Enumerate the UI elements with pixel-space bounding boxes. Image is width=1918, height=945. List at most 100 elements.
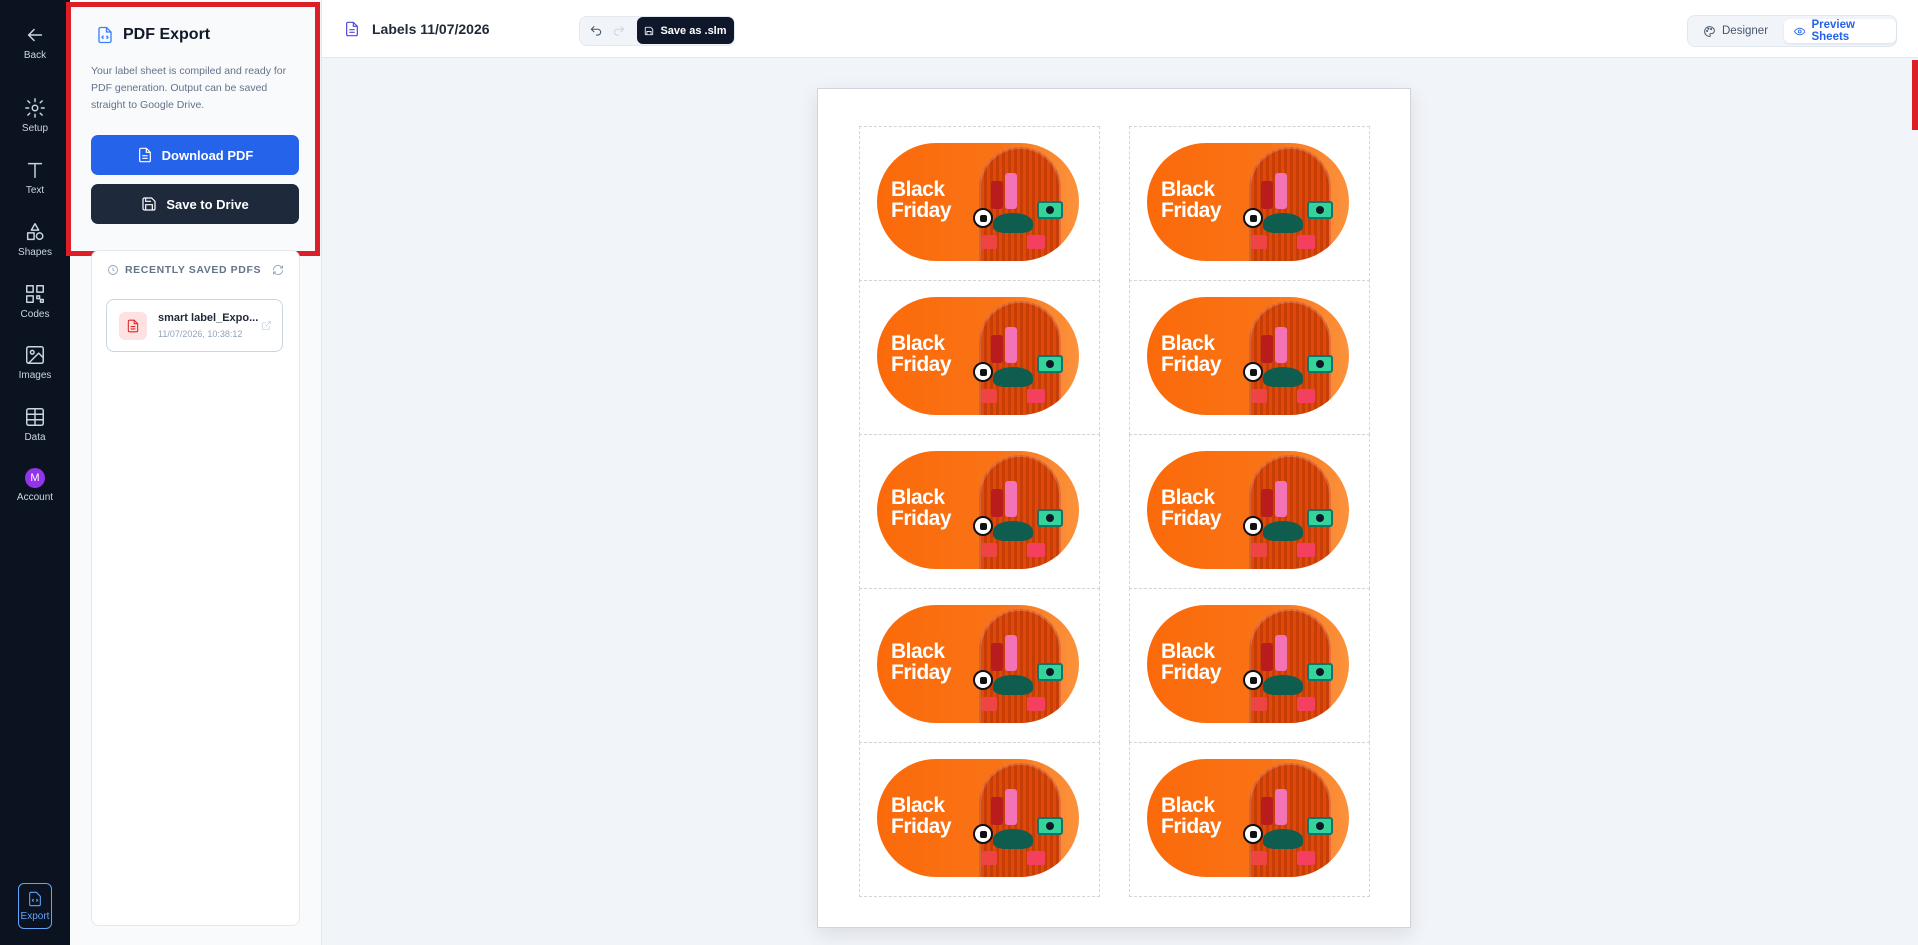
- gift-icon: [1297, 851, 1315, 865]
- label-artwork: [1275, 789, 1287, 825]
- avatar: M: [25, 468, 45, 488]
- designer-label: Designer: [1722, 25, 1769, 37]
- download-pdf-button[interactable]: Download PDF: [91, 135, 299, 175]
- undo-icon: [590, 25, 602, 36]
- gift-icon: [981, 543, 997, 557]
- label-cell[interactable]: Black Friday: [859, 588, 1100, 743]
- redo-button[interactable]: [612, 24, 626, 38]
- label-text-line2: Friday: [1161, 353, 1222, 376]
- table-icon: [26, 408, 44, 426]
- label-text-line2: Friday: [891, 815, 952, 838]
- black-friday-label: Black Friday: [877, 605, 1079, 723]
- export-file-icon: [29, 891, 41, 906]
- label-artwork: [1261, 335, 1273, 363]
- label-artwork: [1005, 481, 1017, 517]
- label-artwork: [1261, 181, 1273, 209]
- label-artwork: [1275, 481, 1287, 517]
- left-rail: Back Setup Text Shapes Codes Images Data…: [0, 0, 70, 945]
- rail-item-account[interactable]: M Account: [0, 468, 70, 503]
- label-artwork: [993, 367, 1033, 387]
- label-cell[interactable]: Black Friday: [1129, 126, 1370, 281]
- label-artwork: [1263, 367, 1303, 387]
- label-artwork: [1263, 521, 1303, 541]
- refresh-icon[interactable]: [272, 264, 284, 276]
- panel-description: Your label sheet is compiled and ready f…: [91, 65, 287, 111]
- label-artwork: [1263, 829, 1303, 849]
- label-artwork: [993, 213, 1033, 233]
- label-cell[interactable]: Black Friday: [1129, 434, 1370, 589]
- label-cell[interactable]: Black Friday: [859, 434, 1100, 589]
- save-to-drive-button[interactable]: Save to Drive: [91, 184, 299, 224]
- label-artwork: [1275, 635, 1287, 671]
- label-artwork: [1005, 327, 1017, 363]
- pdf-file-icon: [98, 26, 112, 44]
- gift-icon: [1251, 235, 1267, 249]
- document-icon: [346, 21, 358, 37]
- save-icon: [645, 26, 654, 35]
- label-text-line2: Friday: [1161, 815, 1222, 838]
- label-text: Black Friday: [891, 487, 981, 529]
- recent-file-item[interactable]: smart label_Expo... 11/07/2026, 10:38:12: [106, 299, 283, 352]
- scrollbar-thumb[interactable]: [1912, 60, 1918, 130]
- black-friday-label: Black Friday: [1147, 605, 1349, 723]
- gift-icon: [1027, 851, 1045, 865]
- shapes-label: Shapes: [18, 247, 52, 258]
- undo-button[interactable]: [589, 24, 603, 38]
- label-text-line2: Friday: [891, 661, 952, 684]
- back-button[interactable]: Back: [0, 24, 70, 61]
- qr-code-icon: [26, 285, 44, 303]
- gift-icon: [1297, 697, 1315, 711]
- label-text: Black Friday: [891, 333, 981, 375]
- redo-icon: [613, 25, 625, 36]
- label-cell[interactable]: Black Friday: [1129, 280, 1370, 435]
- label-text: Black Friday: [1161, 641, 1251, 683]
- rail-item-codes[interactable]: Codes: [0, 283, 70, 320]
- rail-item-images[interactable]: Images: [0, 344, 70, 381]
- gift-icon: [1027, 389, 1045, 403]
- label-artwork: [991, 643, 1003, 671]
- download-pdf-label: Download PDF: [161, 147, 254, 163]
- label-text-line1: Black: [891, 794, 945, 817]
- gift-icon: [981, 235, 997, 249]
- gift-icon: [981, 697, 997, 711]
- label-text: Black Friday: [891, 179, 981, 221]
- label-cell[interactable]: Black Friday: [1129, 742, 1370, 897]
- rail-item-data[interactable]: Data: [0, 406, 70, 443]
- rail-item-setup[interactable]: Setup: [0, 97, 70, 134]
- label-cell[interactable]: Black Friday: [1129, 588, 1370, 743]
- camera-icon: [1307, 201, 1333, 219]
- label-text: Black Friday: [1161, 179, 1251, 221]
- label-text-line2: Friday: [1161, 507, 1222, 530]
- label-text: Black Friday: [1161, 487, 1251, 529]
- shapes-icon: [26, 223, 44, 241]
- document-title-text: Labels 11/07/2026: [372, 21, 490, 37]
- label-cell[interactable]: Black Friday: [859, 742, 1100, 897]
- gift-icon: [1297, 543, 1315, 557]
- label-text-line1: Black: [891, 332, 945, 355]
- save-slm-button[interactable]: Save as .slm: [637, 17, 734, 44]
- gift-icon: [981, 851, 997, 865]
- label-text-line1: Black: [1161, 486, 1215, 509]
- external-link-icon[interactable]: [261, 320, 272, 331]
- rail-item-shapes[interactable]: Shapes: [0, 221, 70, 258]
- label-text: Black Friday: [1161, 333, 1251, 375]
- designer-tab[interactable]: Designer: [1693, 19, 1778, 43]
- label-artwork: [1261, 489, 1273, 517]
- preview-sheets-label: Preview Sheets: [1811, 19, 1855, 43]
- gift-icon: [1251, 543, 1267, 557]
- camera-icon: [1307, 509, 1333, 527]
- preview-sheets-tab[interactable]: Preview Sheets: [1784, 19, 1896, 43]
- label-cell[interactable]: Black Friday: [859, 126, 1100, 281]
- label-sheet: Black Friday Black Friday Black Friday Black Fr…: [817, 88, 1411, 928]
- gift-icon: [1251, 851, 1267, 865]
- panel-title-text: PDF Export: [123, 26, 211, 43]
- setup-label: Setup: [21, 123, 49, 134]
- label-artwork: [991, 335, 1003, 363]
- label-artwork: [1263, 675, 1303, 695]
- document-title: Labels 11/07/2026: [344, 21, 490, 37]
- rail-item-text[interactable]: Text: [0, 159, 70, 196]
- gift-icon: [1251, 389, 1267, 403]
- rail-item-export[interactable]: Export: [18, 883, 52, 929]
- label-cell[interactable]: Black Friday: [859, 280, 1100, 435]
- gift-icon: [981, 389, 997, 403]
